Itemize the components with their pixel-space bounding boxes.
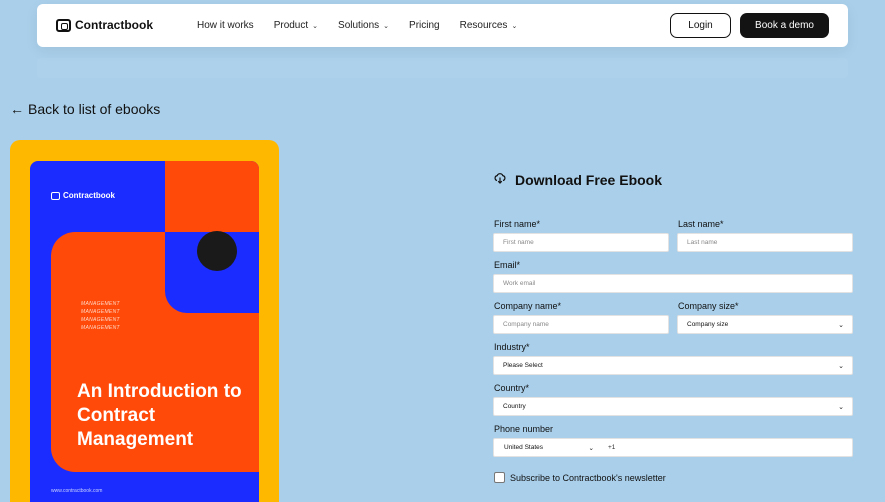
newsletter-checkbox[interactable]	[494, 472, 505, 483]
logo-icon	[56, 18, 71, 32]
ebook-cover-frame: Contractbook MANAGEMENT MANAGEMENT MANAG…	[10, 140, 279, 502]
last-name-label: Last name*	[678, 219, 724, 229]
company-size-select[interactable]: Company size ⌄	[677, 315, 853, 334]
industry-label: Industry*	[494, 342, 530, 352]
back-link-label: Back to list of ebooks	[28, 101, 161, 117]
book-demo-button[interactable]: Book a demo	[740, 13, 829, 38]
company-size-label: Company size*	[678, 301, 739, 311]
chevron-down-icon: ⌄	[312, 22, 319, 30]
nav-link-solutions[interactable]: Solutions ⌄	[338, 20, 389, 31]
form-title: Download Free Ebook	[494, 172, 662, 188]
nav-link-how-it-works[interactable]: How it works	[197, 20, 254, 31]
login-button[interactable]: Login	[670, 13, 731, 38]
country-select[interactable]: Country ⌄	[493, 397, 853, 416]
company-name-label: Company name*	[494, 301, 562, 311]
company-name-input[interactable]	[493, 315, 669, 334]
phone-country-select[interactable]: United States ⌄	[494, 439, 600, 456]
industry-select[interactable]: Please Select ⌄	[493, 356, 853, 375]
chevron-down-icon: ⌄	[383, 22, 390, 30]
arrow-left-icon: ←	[10, 101, 24, 117]
chevron-down-icon: ⌄	[511, 22, 518, 30]
email-input[interactable]	[493, 274, 853, 293]
cover-title: An Introduction to Contract Management	[77, 381, 242, 450]
nav-link-product[interactable]: Product ⌄	[274, 20, 318, 31]
chevron-down-icon: ⌄	[588, 444, 594, 452]
cover-logo: Contractbook	[51, 191, 115, 200]
cover-shape-orange-top	[165, 161, 259, 232]
chevron-down-icon: ⌄	[838, 321, 844, 329]
nav-shadow	[37, 58, 848, 78]
first-name-input[interactable]	[493, 233, 669, 252]
back-to-ebooks-link[interactable]: ← Back to list of ebooks	[10, 101, 160, 117]
nav-links: How it works Product ⌄ Solutions ⌄ Pricing…	[197, 4, 537, 47]
chevron-down-icon: ⌄	[838, 362, 844, 370]
email-label: Email*	[494, 260, 521, 270]
logo-text: Contractbook	[75, 18, 153, 32]
phone-number-input[interactable]: +1	[600, 444, 615, 451]
top-navbar: Contractbook How it works Product ⌄ Solut…	[37, 4, 848, 47]
first-name-label: First name*	[494, 219, 541, 229]
last-name-input[interactable]	[677, 233, 853, 252]
chevron-down-icon: ⌄	[838, 403, 844, 411]
newsletter-label: Subscribe to Contractbook's newsletter	[510, 472, 666, 483]
ebook-cover: Contractbook MANAGEMENT MANAGEMENT MANAG…	[30, 161, 259, 502]
logo-icon	[51, 191, 60, 200]
nav-link-resources[interactable]: Resources ⌄	[460, 20, 518, 31]
phone-field: United States ⌄ +1	[493, 438, 853, 457]
newsletter-option: Subscribe to Contractbook's newsletter	[494, 472, 666, 483]
cover-tags: MANAGEMENT MANAGEMENT MANAGEMENT MANAGEM…	[81, 301, 120, 331]
contractbook-logo[interactable]: Contractbook	[56, 18, 153, 32]
phone-label: Phone number	[494, 424, 554, 434]
cover-circle	[197, 231, 237, 271]
cloud-download-icon	[494, 173, 506, 187]
cover-url: www.contractbook.com	[51, 488, 103, 494]
nav-link-pricing[interactable]: Pricing	[409, 20, 440, 31]
country-label: Country*	[494, 383, 530, 393]
